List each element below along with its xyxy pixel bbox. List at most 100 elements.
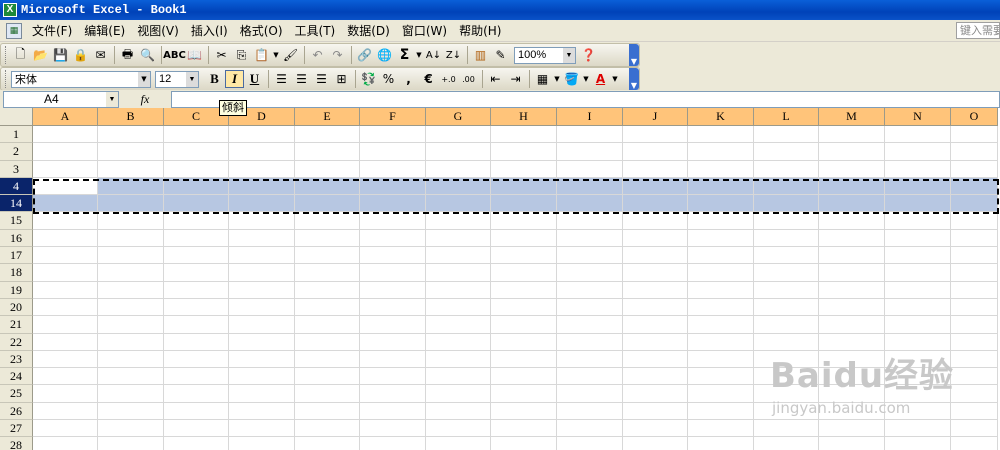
cell[interactable] [229,212,295,230]
cell[interactable] [98,281,164,299]
cell[interactable] [951,212,998,230]
cell[interactable] [33,333,98,351]
cell[interactable] [885,160,951,178]
cell[interactable] [360,247,426,265]
row-header[interactable]: 19 [0,281,33,299]
row-header[interactable]: 2 [0,143,33,161]
cell[interactable] [491,437,557,450]
cell[interactable] [623,333,688,351]
cell[interactable] [164,177,229,196]
cell[interactable] [951,126,998,144]
column-header[interactable]: N [885,108,951,126]
cell[interactable] [819,247,885,265]
cell[interactable] [623,420,688,438]
cell[interactable] [98,316,164,334]
cell[interactable] [951,195,998,213]
print-preview-icon[interactable]: 🔍 [138,46,157,64]
cell[interactable] [360,437,426,450]
row-header[interactable]: 28 [0,437,33,450]
row-header[interactable]: 25 [0,385,33,403]
cell[interactable] [98,143,164,161]
row-header[interactable]: 1 [0,126,33,144]
cell[interactable] [951,420,998,438]
cell[interactable] [557,281,623,299]
spelling-icon[interactable]: ABC [163,46,186,64]
print-icon[interactable]: 🖶 [118,46,137,64]
cell[interactable] [33,212,98,230]
cell[interactable] [819,298,885,317]
cell[interactable] [754,195,819,213]
cell[interactable] [491,229,557,248]
cell[interactable] [33,177,98,196]
hyperlink-icon[interactable]: 🔗 [355,46,374,64]
font-color-icon[interactable]: A [591,70,610,88]
cell[interactable] [557,177,623,196]
cell[interactable] [360,126,426,144]
cell[interactable] [557,212,623,230]
open-folder-icon[interactable]: 📂 [31,46,50,64]
cell[interactable] [98,195,164,213]
cell[interactable] [229,316,295,334]
cell[interactable] [623,247,688,265]
cell[interactable] [295,298,360,317]
cell[interactable] [295,126,360,144]
cell[interactable] [819,143,885,161]
cell[interactable] [426,177,491,196]
column-header[interactable]: E [295,108,360,126]
cell[interactable] [951,229,998,248]
format-painter-icon[interactable]: 🖌 [281,46,300,64]
bold-button[interactable]: B [205,70,224,88]
cell[interactable] [33,247,98,265]
cell[interactable] [295,143,360,161]
cell[interactable] [754,177,819,196]
cell[interactable] [491,160,557,178]
cell[interactable] [557,264,623,282]
cell[interactable] [885,420,951,438]
cell[interactable] [164,281,229,299]
cell[interactable] [819,126,885,144]
cell[interactable] [33,298,98,317]
cell[interactable] [295,402,360,421]
cell[interactable] [33,264,98,282]
cell[interactable] [557,298,623,317]
cell[interactable] [360,333,426,351]
cell[interactable] [623,212,688,230]
font-select[interactable]: 宋体 ▼ [11,70,151,88]
cell[interactable] [229,437,295,450]
cell[interactable] [426,212,491,230]
cell[interactable] [229,281,295,299]
cell[interactable] [164,229,229,248]
redo-icon[interactable]: ↷ [328,46,347,64]
cell[interactable] [688,264,754,282]
cell[interactable] [426,126,491,144]
cell[interactable] [557,350,623,369]
cell[interactable] [951,247,998,265]
cell[interactable] [688,316,754,334]
row-header[interactable]: 4 [0,177,33,196]
cell[interactable] [360,298,426,317]
cell[interactable] [295,264,360,282]
cell[interactable] [951,385,998,403]
cell[interactable] [164,385,229,403]
help-icon[interactable]: ❓ [579,46,598,64]
research-icon[interactable]: 📖 [185,46,204,64]
column-header[interactable]: A [33,108,98,126]
cell[interactable] [491,333,557,351]
help-search-input[interactable]: 键入需要 [956,22,1000,39]
cell[interactable] [33,195,98,213]
cell[interactable] [426,298,491,317]
cell[interactable] [557,385,623,403]
cell[interactable] [295,368,360,386]
cell[interactable] [295,229,360,248]
cell[interactable] [754,281,819,299]
cell[interactable] [951,402,998,421]
cell[interactable] [819,437,885,450]
row-header[interactable]: 14 [0,195,33,213]
cell[interactable] [819,229,885,248]
paste-dropdown-icon[interactable]: ▼ [272,46,280,64]
sort-descending-icon[interactable]: Z↓ [444,46,463,64]
row-header[interactable]: 21 [0,316,33,334]
cell[interactable] [688,437,754,450]
cell[interactable] [688,385,754,403]
cell[interactable] [819,195,885,213]
